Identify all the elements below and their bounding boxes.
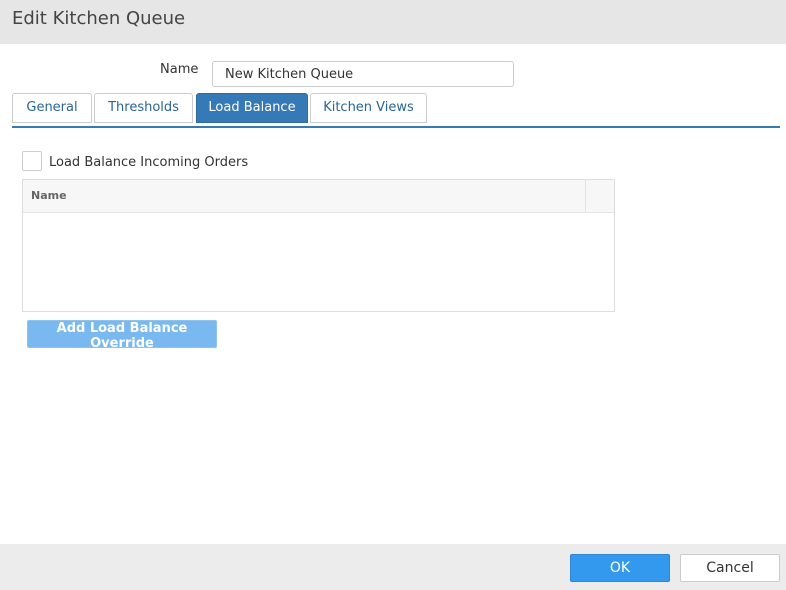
column-header-name[interactable]: Name <box>31 189 67 202</box>
grid-body <box>23 213 614 311</box>
tab-thresholds[interactable]: Thresholds <box>94 93 193 123</box>
add-load-balance-override-button[interactable]: Add Load Balance Override <box>27 320 217 351</box>
name-label: Name <box>160 62 199 77</box>
ok-button[interactable]: OK <box>570 554 670 582</box>
column-separator <box>585 180 586 212</box>
dialog-footer: OK Cancel <box>0 544 786 590</box>
tab-divider <box>12 126 780 128</box>
load-balance-checkbox-label: Load Balance Incoming Orders <box>49 155 249 170</box>
cancel-button[interactable]: Cancel <box>680 554 780 582</box>
tab-load-balance[interactable]: Load Balance <box>196 93 308 123</box>
tab-general[interactable]: General <box>12 93 92 123</box>
dialog-title: Edit Kitchen Queue <box>0 0 786 44</box>
tab-kitchen-views[interactable]: Kitchen Views <box>310 93 427 123</box>
grid-header: Name <box>23 180 614 213</box>
edit-kitchen-queue-dialog: Edit Kitchen Queue Name General Threshol… <box>0 0 786 590</box>
name-input[interactable] <box>212 61 514 87</box>
load-balance-checkbox[interactable] <box>22 151 42 171</box>
load-balance-override-grid: Name <box>22 179 615 312</box>
